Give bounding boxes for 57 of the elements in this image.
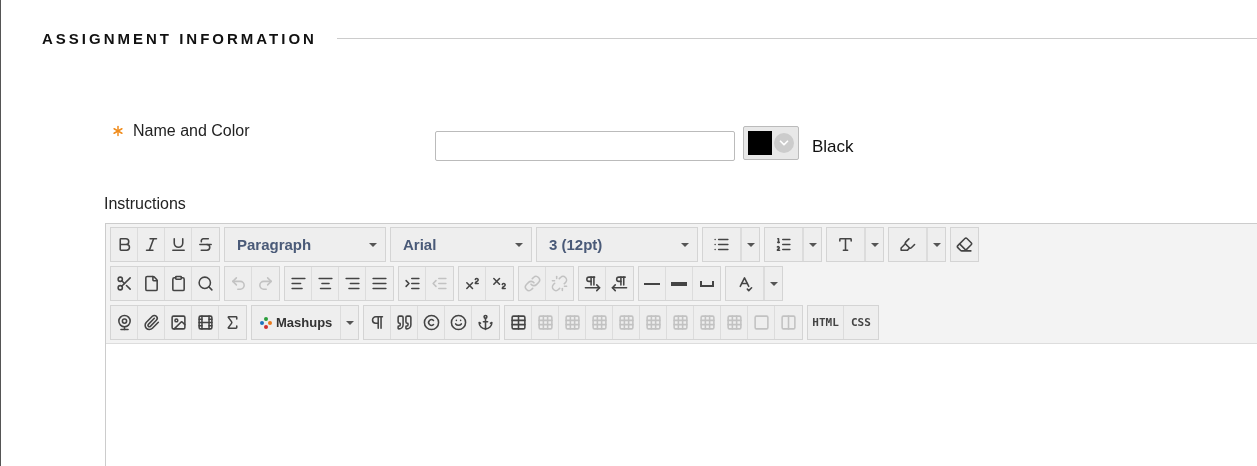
grid-icon xyxy=(563,314,581,331)
grid-icon xyxy=(671,314,689,331)
instructions-label: Instructions xyxy=(104,195,187,213)
image-icon xyxy=(169,314,187,331)
quote-icon xyxy=(395,314,413,331)
color-swatch xyxy=(748,131,772,155)
grid-icon xyxy=(644,314,662,331)
smiley-icon xyxy=(449,314,467,331)
highlighter-icon xyxy=(899,236,916,253)
field-label: Name and Color xyxy=(133,122,250,140)
film-icon xyxy=(196,314,214,331)
paperclip-icon xyxy=(142,314,160,331)
spellcheck-icon xyxy=(736,275,753,292)
strikethrough-icon xyxy=(197,236,214,253)
color-name: Black xyxy=(812,137,854,157)
bulleted-list-icon xyxy=(713,236,730,253)
outdent-icon xyxy=(431,275,448,292)
pilcrow-left-icon xyxy=(611,275,628,292)
redo-icon xyxy=(257,275,274,292)
anchor-icon xyxy=(477,314,495,331)
eraser-icon xyxy=(956,236,973,253)
broken-link-icon xyxy=(551,275,568,292)
subscript-icon xyxy=(491,275,508,292)
underline-icon xyxy=(169,236,187,253)
justify-icon xyxy=(371,275,388,292)
webcam-icon xyxy=(115,314,133,331)
grid-icon xyxy=(617,314,635,331)
grid-icon xyxy=(725,314,743,331)
pilcrow-right-icon xyxy=(583,275,601,292)
align-right-icon xyxy=(343,275,361,292)
dots-icon xyxy=(260,316,272,329)
align-center-icon xyxy=(316,275,334,292)
text-color-icon xyxy=(837,236,854,253)
table-icon xyxy=(509,314,527,331)
section-title: ASSIGNMENT INFORMATION xyxy=(42,30,317,47)
scissors-icon xyxy=(115,275,133,292)
align-left-icon xyxy=(289,275,307,292)
color-picker[interactable] xyxy=(743,126,799,160)
copyright-icon xyxy=(422,314,440,331)
thin-line-icon xyxy=(644,282,660,285)
clipboard-icon xyxy=(169,275,187,292)
undo-icon xyxy=(229,275,247,292)
indent-icon xyxy=(403,275,421,292)
grid-icon xyxy=(536,314,554,331)
name-field[interactable] xyxy=(435,131,735,161)
page-icon xyxy=(142,275,160,292)
grid-icon xyxy=(590,314,608,331)
superscript-icon xyxy=(463,275,481,292)
space-icon xyxy=(699,280,714,287)
columns-icon xyxy=(780,314,798,331)
link-icon xyxy=(523,275,541,292)
numbered-list-icon xyxy=(775,236,792,253)
text-editor[interactable]: Paragraph Arial 3 (12pt) Mashups HTML CSS xyxy=(105,223,1257,466)
chevron-icon xyxy=(774,133,794,153)
square-icon xyxy=(752,314,770,331)
grid-icon xyxy=(698,314,716,331)
search-icon xyxy=(197,275,214,292)
